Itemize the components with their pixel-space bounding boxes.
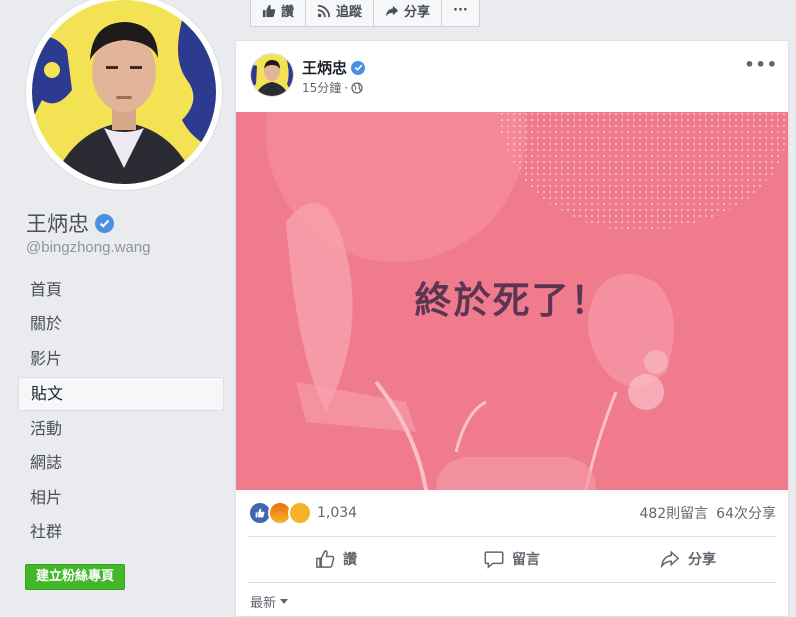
post-author[interactable]: 王炳忠 [302,57,366,78]
avatar[interactable] [32,0,216,184]
nav-item-photos[interactable]: 相片 [18,482,224,514]
nav-item-about[interactable]: 關於 [18,308,224,340]
page-edge [789,0,796,603]
separator-dot: · [344,80,349,95]
post-image-caption: 終於死了！ [414,279,610,322]
page-more-button[interactable]: ··· [442,0,479,26]
page-share-button[interactable]: 分享 [374,0,443,26]
post-image[interactable]: 終於死了！ [236,112,788,490]
caret-down-icon [280,598,289,604]
reaction-icons[interactable] [248,501,312,525]
nav-item-home[interactable]: 首頁 [18,274,224,306]
page-nav: 首頁 關於 影片 貼文 活動 網誌 相片 社群 [18,274,224,550]
post-author-avatar[interactable] [250,53,294,97]
thumbs-up-icon [316,550,335,568]
share-label: 分享 [688,552,716,568]
sort-label: 最新 [250,596,277,611]
page-like-label: 讚 [281,5,295,20]
like-button[interactable]: 讚 [248,540,424,578]
share-arrow-icon [660,550,680,569]
post-timestamp[interactable]: 15分鐘 [302,79,341,96]
nav-item-events[interactable]: 活動 [18,413,224,445]
post-author-name: 王炳忠 [302,59,348,77]
comment-count[interactable]: 482則留言 [639,503,708,523]
comment-sort-dropdown[interactable]: 最新 [250,592,289,611]
page-share-label: 分享 [404,5,431,20]
share-count[interactable]: 64次分享 [716,503,776,523]
post-card: 王炳忠 15分鐘 · ••• 終於死了！ 1,034 482則留言 64次分享 … [235,40,789,617]
rss-icon [317,4,331,17]
like-label: 讚 [343,552,357,568]
profile-handle[interactable]: @bingzhong.wang [26,239,150,256]
page-like-button[interactable]: 讚 [251,0,307,26]
more-dots-icon: ··· [453,3,468,18]
comment-button[interactable]: 留言 [424,540,600,578]
verified-badge-icon [95,213,114,233]
page-follow-button[interactable]: 追蹤 [306,0,375,26]
thumbs-up-icon [262,4,276,17]
reaction-count[interactable]: 1,034 [317,505,357,521]
post-action-row: 讚 留言 分享 [248,540,776,578]
page-action-bar: 讚 追蹤 分享 ··· [250,0,480,27]
nav-item-community[interactable]: 社群 [18,516,224,548]
divider [248,582,776,583]
nav-item-videos[interactable]: 影片 [18,343,224,375]
create-page-button[interactable]: 建立粉絲專頁 [25,564,126,590]
nav-item-posts[interactable]: 貼文 [18,376,224,411]
profile-name[interactable]: 王炳忠 [26,208,114,238]
globe-icon[interactable] [351,81,363,94]
share-button[interactable]: 分享 [600,540,776,578]
nav-item-notes[interactable]: 網誌 [18,447,224,479]
comment-label: 留言 [512,552,540,568]
divider [248,536,776,537]
share-arrow-icon [385,5,399,16]
comment-bubble-icon [484,551,504,569]
engagement-counts: 482則留言 64次分享 [639,503,776,523]
reactions-summary: 1,034 482則留言 64次分享 [248,500,776,526]
profile-name-text: 王炳忠 [26,212,89,236]
page-follow-label: 追蹤 [336,5,363,20]
haha-reaction-icon [288,501,312,525]
profile-avatar-frame [26,0,222,190]
post-meta: 15分鐘 · [302,79,363,96]
post-options-icon[interactable]: ••• [744,55,778,74]
verified-badge-icon [351,60,366,75]
